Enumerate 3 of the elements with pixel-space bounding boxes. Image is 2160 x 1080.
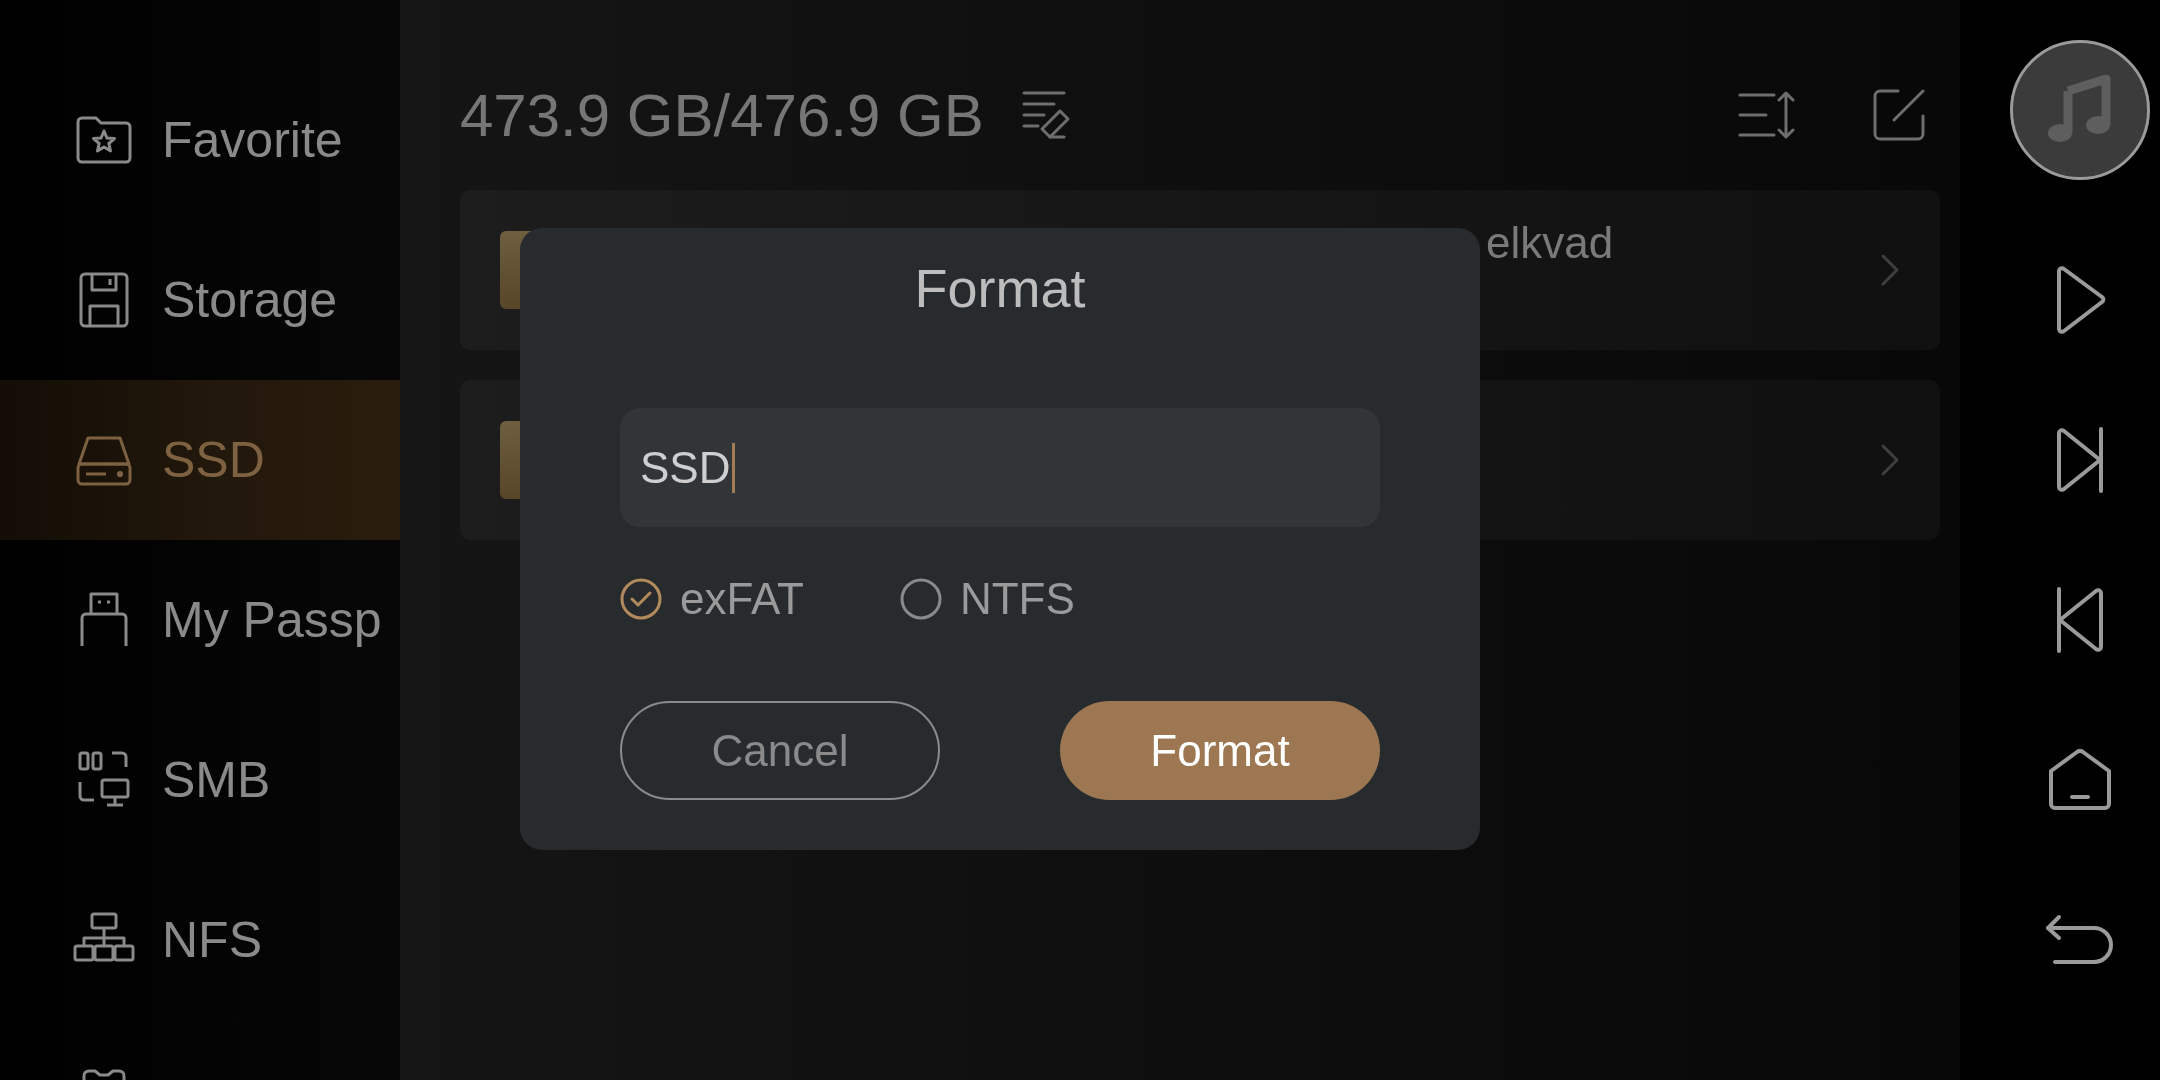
- folder-name: elkvad: [1486, 218, 1614, 268]
- dialog-title: Format: [914, 257, 1086, 320]
- storage-usage-text: 473.9 GB/476.9 GB: [460, 80, 984, 150]
